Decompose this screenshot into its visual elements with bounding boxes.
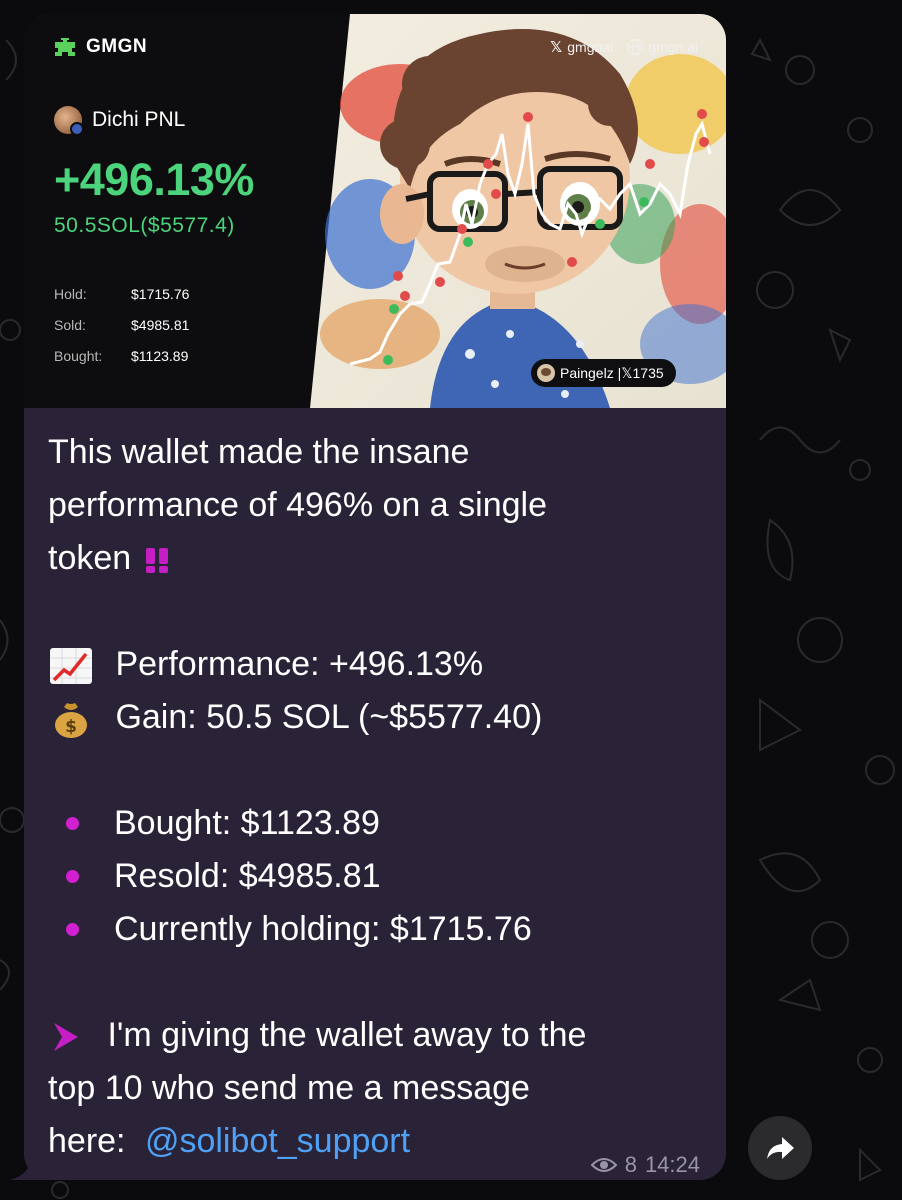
intro-line-3: token — [48, 532, 698, 585]
stat-value: $1715.76 — [131, 285, 190, 302]
eye-icon — [590, 1158, 617, 1172]
brand-name: GMGN — [86, 36, 148, 57]
watermark-avatar-icon — [537, 364, 555, 382]
stat-row-sold: Sold: $4985.81 — [54, 309, 189, 340]
cta-text: I'm giving the wallet away to the — [107, 1016, 587, 1054]
forward-arrow-icon — [767, 1137, 794, 1159]
avatar — [54, 106, 84, 136]
gain-text: Gain: 50.5 SOL (~$5577.40) — [115, 698, 543, 736]
intro-line: This wallet made the insane — [48, 433, 470, 471]
list-item-text: Bought: $1123.89 — [114, 804, 380, 842]
message-time: 14:24 — [644, 1152, 700, 1177]
performance-line: Performance: +496.13% — [48, 638, 698, 691]
x-logo-icon: 𝕏 — [550, 39, 563, 56]
pnl-card-illustration — [310, 14, 726, 408]
view-count: 8 — [624, 1152, 637, 1177]
svg-text:$: $ — [65, 717, 77, 737]
double-exclamation-icon — [145, 548, 168, 574]
stat-value: $4985.81 — [131, 316, 190, 333]
play-arrow-icon — [54, 1023, 78, 1052]
pnl-user: Dichi PNL — [54, 106, 186, 136]
stat-label: Sold: — [54, 316, 86, 333]
stat-label: Bought: — [54, 347, 103, 364]
gmgn-brand: GMGN — [52, 36, 147, 58]
support-username-link[interactable]: @solibot_support — [145, 1122, 410, 1160]
social-website: gmgn.ai — [648, 39, 698, 55]
list-item: Resold: $4985.81 — [48, 850, 698, 903]
watermark-text: Paingelz |𝕏1735 — [560, 364, 664, 381]
cta-prefix: here: — [48, 1122, 126, 1160]
frog-logo-icon — [55, 38, 75, 56]
forward-button[interactable] — [748, 1116, 812, 1180]
list-item: Bought: $1123.89 — [48, 797, 698, 850]
intro-line-text: token — [48, 539, 132, 577]
pnl-card-image[interactable]: GMGN 𝕏 gmgnai gmgn.ai Dichi PNL +496.13%… — [24, 14, 726, 408]
list-item: Currently holding: $1715.76 — [48, 903, 698, 956]
money-bag-icon: $ — [55, 703, 87, 739]
artist-watermark: Paingelz |𝕏1735 — [531, 359, 676, 387]
globe-icon — [627, 39, 644, 55]
gain-line: $ Gain: 50.5 SOL (~$5577.40) — [48, 691, 698, 744]
social-links: 𝕏 gmgnai gmgn.ai — [550, 38, 698, 56]
message-meta: 8 14:24 — [590, 1152, 700, 1178]
stat-label: Hold: — [54, 285, 87, 302]
message-bubble: GMGN 𝕏 gmgnai gmgn.ai Dichi PNL +496.13%… — [24, 14, 726, 1180]
performance-text: Performance: +496.13% — [115, 645, 484, 683]
pnl-stats: Hold: $1715.76 Sold: $4985.81 Bought: $1… — [54, 278, 189, 371]
pnl-sol-value: 50.5SOL($5577.4) — [54, 214, 235, 237]
chart-increasing-icon — [50, 648, 92, 685]
stat-value: $1123.89 — [131, 347, 189, 364]
pnl-percent: +496.13% — [54, 154, 254, 205]
user-name: Dichi PNL — [92, 108, 186, 131]
bullet-dot — [66, 817, 79, 830]
message-text: This wallet made the insane performance … — [48, 426, 698, 1168]
list-item-text: Currently holding: $1715.76 — [114, 910, 532, 948]
list-item-text: Resold: $4985.81 — [114, 857, 381, 895]
social-x-handle: gmgnai — [567, 39, 614, 55]
cta-line: top 10 who send me a message — [48, 1069, 530, 1107]
stat-row-bought: Bought: $1123.89 — [54, 340, 189, 371]
bullet-dot — [66, 870, 79, 883]
intro-line: performance of 496% on a single — [48, 486, 547, 524]
bullet-dot — [66, 923, 79, 936]
cta-line: I'm giving the wallet away to the — [48, 1009, 698, 1062]
stat-row-hold: Hold: $1715.76 — [54, 278, 189, 309]
